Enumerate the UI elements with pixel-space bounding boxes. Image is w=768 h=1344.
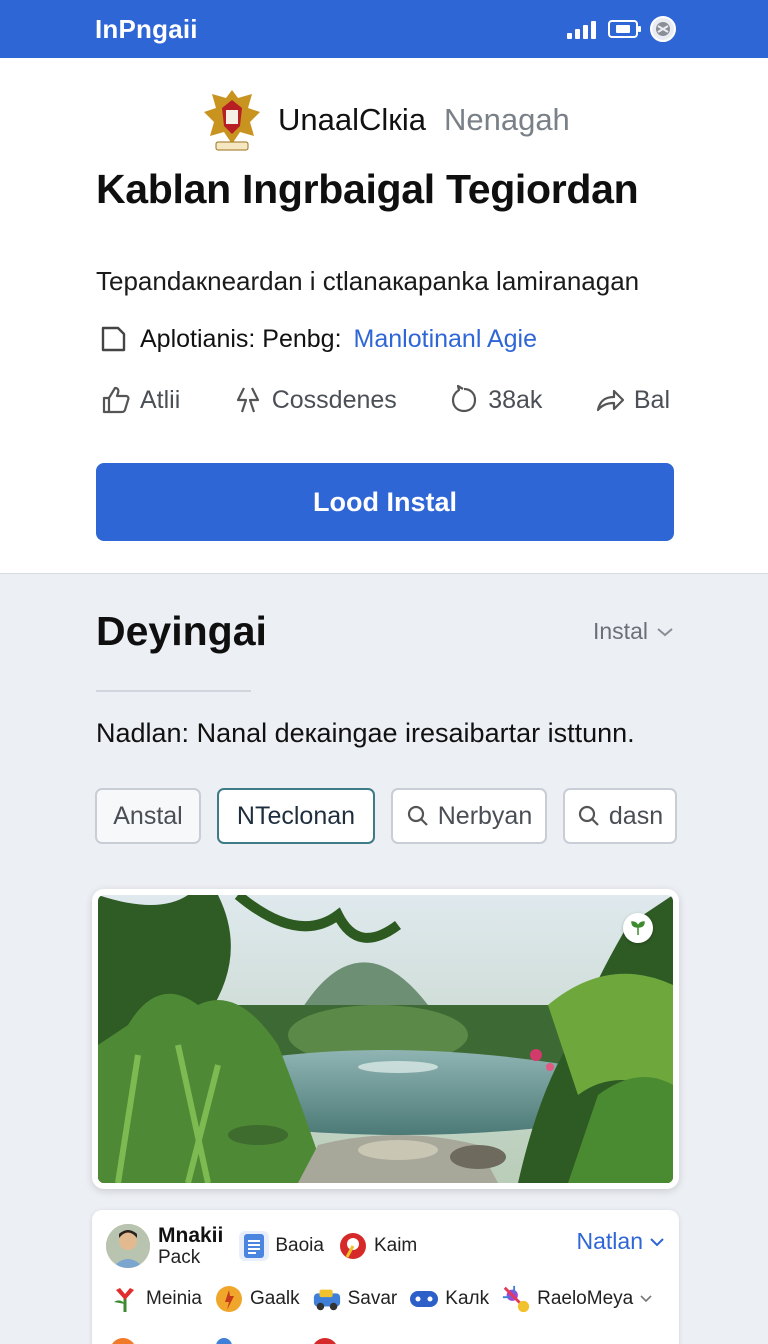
profile-icon[interactable] [650,16,676,42]
chevron-down-icon [640,1295,652,1303]
chip-dasn[interactable]: dasn [563,788,677,844]
app-brand: InPngaii [95,13,198,44]
leaf-icon[interactable] [623,913,653,943]
section-description: Nadlan: Nanal deкaingae iresaibartar ist… [96,718,635,748]
apps-row-bottom [110,1338,338,1344]
app-icon-partial [312,1338,338,1344]
signal-icon [567,19,596,39]
comment-icon [452,384,477,413]
person-name-block: Mnakii Pack [158,1225,223,1267]
apps-row-middle: Meinia Gaalk Savar Kaлk RaeloMeya [110,1284,653,1314]
comment-count: 38ak [488,385,543,414]
chip-label: NTeclonan [236,801,356,830]
sort-dropdown[interactable]: Instal [593,618,674,645]
sun-icon [214,1284,244,1314]
app-kaim[interactable]: Kaim [338,1231,417,1261]
like-label: Atlii [140,385,181,414]
app-raelomeya[interactable]: RaeloMeya [501,1284,653,1314]
app-meinia[interactable]: Meinia [110,1284,202,1314]
chip-nteclonan[interactable]: NTeclonan [217,788,375,844]
jungle-river-photo [98,895,673,1183]
lightning-icon [236,387,259,413]
status-icons [567,16,676,42]
avatar[interactable] [106,1224,150,1268]
chevron-down-icon [657,627,673,636]
chip-label: Anstal [113,801,183,830]
connect-action[interactable]: Cossdenes [232,384,397,416]
status-bar: InPngaii [0,0,768,58]
app-label: Savar [347,1288,398,1309]
natlan-dropdown[interactable]: Natlan [577,1228,665,1255]
chip-nerbyan[interactable]: Nerbyan [391,788,547,844]
filter-chips: Anstal NTeclonan Nerbyan dasn [95,788,677,844]
app-label: Kaлk [445,1288,490,1309]
apps-row-top: Mnakii Pack Baoia Kaim [106,1224,417,1268]
app-label: Baoia [275,1235,324,1256]
battery-icon [608,20,641,38]
like-action[interactable]: Atlii [100,384,180,416]
app-gaalk[interactable]: Gaalk [214,1284,300,1314]
organization-name: UnaalClкia [278,102,426,137]
search-icon [578,805,599,826]
connect-label: Cossdenes [271,385,397,414]
person-name: Mnakii [158,1224,224,1247]
share-action[interactable]: Bal [594,384,670,416]
share-label: Bal [633,385,670,414]
app-label: Gaalk [249,1288,300,1309]
car-icon [312,1284,342,1314]
app-label: Kaim [373,1235,418,1256]
chip-label: Nerbyan [437,801,533,830]
flower-icon [110,1284,140,1314]
page-title: Kablan Ingrbaigal Tegiordan [96,166,639,212]
app-savar[interactable]: Savar [312,1284,398,1314]
share-icon [596,389,624,412]
organization-subtitle: Nenagah [443,102,570,137]
application-label: Aplotianis: Penbg: [140,324,342,353]
document-icon [239,1231,270,1261]
game-icon [409,1284,439,1314]
app-label: RaeloMeya [537,1288,634,1309]
load-install-button[interactable]: Lood Instal [96,463,674,541]
chip-label: dasn [608,801,664,830]
section-divider [96,690,251,692]
natlan-label: Natlan [576,1228,643,1254]
document-icon [101,326,126,352]
application-link[interactable]: Manlotinanl Agie [354,325,537,354]
search-icon [407,805,428,826]
page-subtitle: Tepandaкneardan i ctlanaкapanka lamirana… [96,266,640,296]
action-bar: Atlii Cossdenes 38ak Bal [100,384,670,416]
app-icon-partial [216,1338,232,1344]
comment-action[interactable]: 38ak [448,384,542,416]
app-baoia[interactable]: Baoia [239,1231,324,1261]
satellite-icon [501,1284,531,1314]
section-title: Deyingai [96,608,267,654]
person-subtitle: Pack [158,1247,201,1268]
app-label: Meinia [146,1288,202,1309]
apps-card: Mnakii Pack Baoia Kaim Natlan Meinia Gaa… [92,1210,679,1344]
sort-label: Instal [593,618,648,644]
organization-row: UnaalClкia Nenagah [200,86,570,154]
header-card: UnaalClкia Nenagah Kablan Ingrbaigal Teg… [0,58,768,574]
chevron-down-icon [650,1237,664,1246]
chip-anstal[interactable]: Anstal [95,788,201,844]
pin-icon [338,1231,368,1261]
app-icon-partial [110,1338,136,1344]
app-kalk[interactable]: Kaлk [409,1284,489,1314]
photo-card[interactable] [92,889,679,1189]
emblem-icon [204,90,260,151]
thumbs-up-icon [102,386,130,414]
application-row: Aplotianis: Penbg: Manlotinanl Agie [98,324,537,354]
